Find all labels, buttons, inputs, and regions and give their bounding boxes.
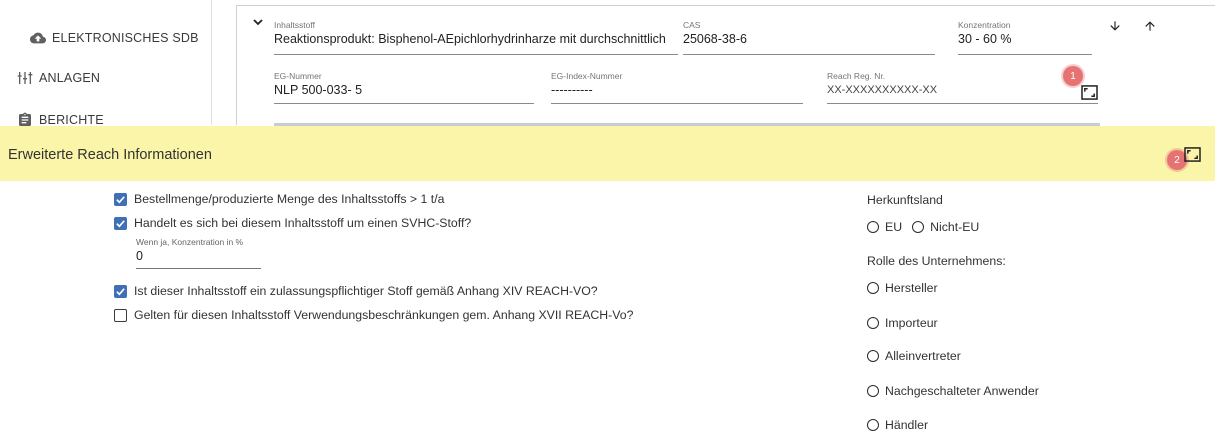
reach-reg-nr-field[interactable]: Reach Reg. Nr. XX-XXXXXXXXXX-XX bbox=[827, 70, 1098, 104]
radio-button[interactable] bbox=[867, 350, 879, 362]
cloud-upload-icon bbox=[30, 30, 46, 46]
radio-alleinvertreter[interactable]: Alleinvertreter bbox=[867, 349, 961, 363]
eg-index-nummer-field[interactable]: EG-Index-Nummer ---------- bbox=[551, 70, 803, 104]
inhaltsstoff-field[interactable]: Inhaltsstoff Reaktionsprodukt: Bisphenol… bbox=[274, 19, 678, 55]
section-title: Erweiterte Reach Informationen bbox=[8, 147, 212, 163]
sidebar-item-label: ELEKTRONISCHES SDB bbox=[52, 31, 199, 45]
radio-hersteller[interactable]: Hersteller bbox=[867, 281, 938, 295]
arrow-up-icon bbox=[1145, 21, 1155, 31]
checkbox-checked-icon[interactable] bbox=[114, 192, 127, 206]
radio-group-herkunftsland: EU Nicht-EU bbox=[867, 220, 979, 234]
radio-button[interactable] bbox=[867, 419, 879, 431]
radio-importeur[interactable]: Importeur bbox=[867, 316, 938, 330]
radio-button[interactable] bbox=[867, 385, 879, 397]
arrow-down-icon bbox=[1110, 21, 1120, 31]
chevron-down-icon[interactable] bbox=[253, 17, 263, 27]
herkunftsland-label: Herkunftsland bbox=[867, 193, 943, 207]
expand-icon bbox=[1183, 146, 1201, 162]
expand-button[interactable] bbox=[1080, 84, 1098, 100]
svhc-konzentration-field[interactable]: Wenn ja, Konzentration in % 0 bbox=[136, 236, 261, 269]
check-anhang-xvii[interactable]: Gelten für diesen Inhaltsstoff Verwendun… bbox=[114, 308, 633, 322]
radio-nicht-eu[interactable] bbox=[912, 221, 925, 233]
move-down-button[interactable] bbox=[1107, 18, 1123, 34]
move-up-button[interactable] bbox=[1142, 18, 1158, 34]
sidebar-item-elektronisches-sdb[interactable]: ELEKTRONISCHES SDB bbox=[30, 30, 199, 46]
radio-nachgeschalteter-anwender[interactable]: Nachgeschalteter Anwender bbox=[867, 384, 1039, 398]
sidebar-item-anlagen[interactable]: ANLAGEN bbox=[17, 70, 100, 86]
checkbox-checked-icon[interactable] bbox=[114, 216, 127, 230]
radio-haendler[interactable]: Händler bbox=[867, 418, 928, 432]
radio-button[interactable] bbox=[867, 317, 879, 329]
section-header-reach: Erweiterte Reach Informationen bbox=[0, 126, 1215, 181]
sidebar-item-label: ANLAGEN bbox=[39, 71, 101, 85]
expand-section-button[interactable] bbox=[1183, 146, 1201, 162]
check-svhc[interactable]: Handelt es sich bei diesem Inhaltsstoff … bbox=[114, 216, 471, 230]
check-anhang-xiv[interactable]: Ist dieser Inhaltsstoff ein zulassungspf… bbox=[114, 284, 598, 298]
konzentration-field[interactable]: Konzentration 30 - 60 % bbox=[958, 19, 1092, 55]
sidebar-item-label: BERICHTE bbox=[39, 113, 104, 127]
step-badge-1: 1 bbox=[1063, 66, 1083, 86]
radio-eu[interactable] bbox=[867, 221, 879, 233]
rolle-label: Rolle des Unternehmens: bbox=[867, 254, 1006, 268]
equalizer-icon bbox=[17, 70, 33, 86]
checkbox-unchecked-icon[interactable] bbox=[114, 308, 127, 322]
expand-icon bbox=[1080, 84, 1098, 100]
cas-field[interactable]: CAS 25068-38-6 bbox=[683, 19, 935, 55]
check-bestellmenge[interactable]: Bestellmenge/produzierte Menge des Inhal… bbox=[114, 192, 444, 206]
checkbox-checked-icon[interactable] bbox=[114, 284, 127, 298]
eg-nummer-field[interactable]: EG-Nummer NLP 500-033- 5 bbox=[274, 70, 534, 104]
sidebar: ELEKTRONISCHES SDB ANLAGEN BERICHTE bbox=[0, 0, 212, 127]
radio-button[interactable] bbox=[867, 282, 879, 294]
